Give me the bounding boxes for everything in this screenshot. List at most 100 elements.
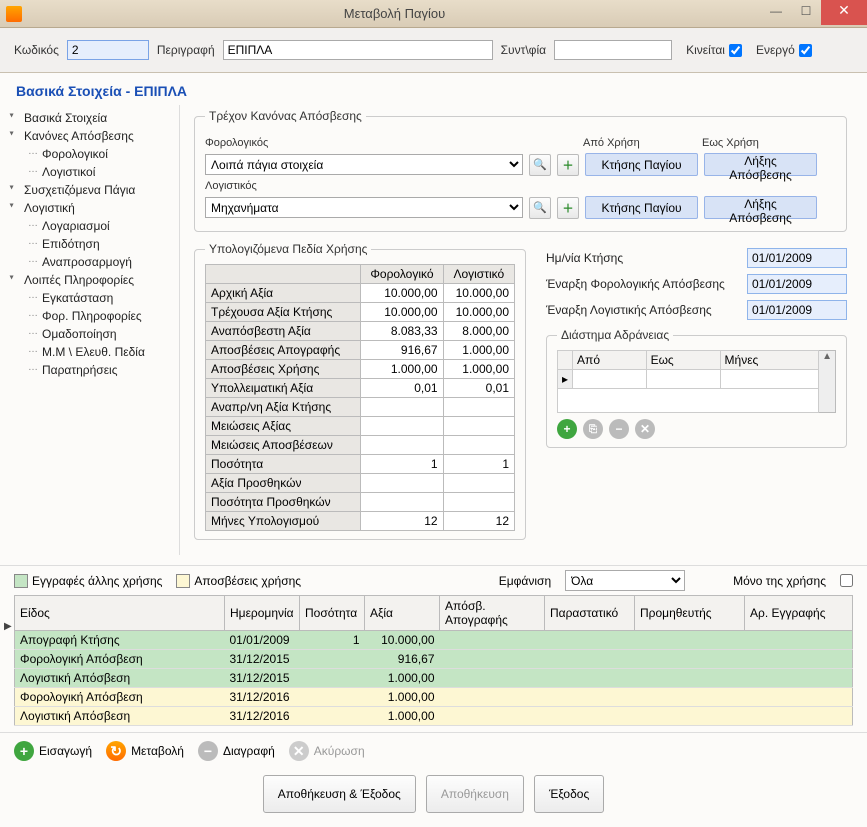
legend-other-label: Εγγραφές άλλης χρήσης: [32, 574, 162, 588]
modify-button[interactable]: ↻Μεταβολή: [106, 741, 184, 761]
app-icon: [6, 6, 22, 22]
calc-row-label: Μειώσεις Αποσβέσεων: [206, 436, 361, 455]
calc-row-acc: 0,01: [443, 379, 514, 398]
minimize-button[interactable]: —: [761, 0, 791, 22]
section-heading: Βασικά Στοιχεία - ΕΠΙΠΛΑ: [0, 73, 867, 105]
add-icon[interactable]: ＋: [557, 154, 579, 176]
nav-tree: Βασικά ΣτοιχείαΚανόνες ΑπόσβεσηςΦορολογι…: [0, 105, 180, 555]
tax-start-input[interactable]: [747, 274, 847, 294]
code-label: Κωδικός: [14, 43, 59, 57]
titlebar: Μεταβολή Παγίου — ☐ ✕: [0, 0, 867, 28]
tree-item[interactable]: Μ.Μ \ Ελευθ. Πεδία: [14, 343, 173, 361]
calc-row-tax: 0,01: [361, 379, 443, 398]
tree-item[interactable]: Λοιπές Πληροφορίες: [14, 271, 173, 289]
grid-h-type[interactable]: Είδος: [15, 596, 225, 631]
tree-item[interactable]: Βασικά Στοιχεία: [14, 109, 173, 127]
grid-h-qty[interactable]: Ποσότητα: [300, 596, 365, 631]
maximize-button[interactable]: ☐: [791, 0, 821, 22]
close-button[interactable]: ✕: [821, 0, 867, 25]
table-row[interactable]: Λογιστική Απόσβεση31/12/20151.000,00: [15, 669, 853, 688]
depreciation-end-button-2[interactable]: Λήξης Απόσβεσης: [704, 196, 817, 219]
insert-button[interactable]: +Εισαγωγή: [14, 741, 92, 761]
grid-h-record[interactable]: Αρ. Εγγραφής: [745, 596, 853, 631]
scrollbar[interactable]: ▲: [819, 350, 836, 413]
moves-label: Κινείται: [686, 43, 725, 57]
tree-item[interactable]: Φορ. Πληροφορίες: [14, 307, 173, 325]
tree-item[interactable]: Παρατηρήσεις: [14, 361, 173, 379]
moves-checkbox[interactable]: [729, 44, 742, 57]
show-select[interactable]: Όλα: [565, 570, 685, 591]
calc-row-tax: [361, 436, 443, 455]
tax-start-label: Έναρξη Φορολογικής Απόσβεσης: [546, 277, 747, 291]
delete-icon[interactable]: ✕: [635, 419, 655, 439]
tree-item[interactable]: Αναπροσαρμογή: [14, 253, 173, 271]
copy-icon[interactable]: ⎘: [583, 419, 603, 439]
grid-h-value[interactable]: Αξία: [365, 596, 440, 631]
calc-row-tax: 10.000,00: [361, 284, 443, 303]
calc-row-acc: 1.000,00: [443, 360, 514, 379]
acc-start-input[interactable]: [747, 300, 847, 320]
only-year-checkbox[interactable]: [840, 574, 853, 587]
calc-row-tax: 1.000,00: [361, 360, 443, 379]
save-and-exit-button[interactable]: Αποθήκευση & Έξοδος: [263, 775, 416, 813]
calc-row-label: Αποσβέσεις Απογραφής: [206, 341, 361, 360]
code-input[interactable]: [67, 40, 149, 60]
acquisition-start-button-2[interactable]: Κτήσης Παγίου: [585, 196, 698, 219]
subsidy-label: Συντ\φία: [501, 43, 546, 57]
calc-row-label: Υπολλειματική Αξία: [206, 379, 361, 398]
description-input[interactable]: [223, 40, 493, 60]
grid-h-inv[interactable]: Απόσβ. Απογραφής: [440, 596, 545, 631]
entries-grid[interactable]: Είδος Ημερομηνία Ποσότητα Αξία Απόσβ. Απ…: [14, 595, 853, 726]
calc-row-label: Αρχική Αξία: [206, 284, 361, 303]
description-label: Περιγραφή: [157, 43, 215, 57]
tree-item[interactable]: Λογιστική: [14, 199, 173, 217]
cancel-button[interactable]: ✕Ακύρωση: [289, 741, 365, 761]
active-checkbox[interactable]: [799, 44, 812, 57]
tree-item[interactable]: Κανόνες Απόσβεσης: [14, 127, 173, 145]
add-icon[interactable]: +: [557, 419, 577, 439]
acc-start-label: Έναρξη Λογιστικής Απόσβεσης: [546, 303, 747, 317]
tree-item[interactable]: Εγκατάσταση: [14, 289, 173, 307]
calc-row-label: Μειώσεις Αξίας: [206, 417, 361, 436]
search-icon[interactable]: 🔍: [529, 197, 551, 219]
calc-row-label: Ποσότητα: [206, 455, 361, 474]
acc-rule-select[interactable]: Μηχανήματα: [205, 197, 523, 218]
acquisition-start-button[interactable]: Κτήσης Παγίου: [585, 153, 698, 176]
calc-row-label: Αναπόσβεστη Αξία: [206, 322, 361, 341]
calc-col-tax: Φορολογικό: [361, 265, 443, 284]
acc-rule-label: Λογιστικός: [205, 180, 257, 192]
tree-item[interactable]: Λογιστικοί: [14, 163, 173, 181]
calc-row-label: Αποσβέσεις Χρήσης: [206, 360, 361, 379]
tree-item[interactable]: Λογαριασμοί: [14, 217, 173, 235]
legend-swatch-yellow: [176, 574, 190, 588]
tree-item[interactable]: Φορολογικοί: [14, 145, 173, 163]
grid-h-date[interactable]: Ημερομηνία: [225, 596, 300, 631]
table-row[interactable]: Φορολογική Απόσβεση31/12/20161.000,00: [15, 688, 853, 707]
remove-icon[interactable]: −: [609, 419, 629, 439]
delete-button[interactable]: −Διαγραφή: [198, 741, 275, 761]
tax-rule-select[interactable]: Λοιπά πάγια στοιχεία: [205, 154, 523, 175]
subsidy-input[interactable]: [554, 40, 672, 60]
depreciation-end-button[interactable]: Λήξης Απόσβεσης: [704, 153, 817, 176]
table-row[interactable]: Φορολογική Απόσβεση31/12/2015916,67: [15, 650, 853, 669]
to-use-label: Εως Χρήση: [702, 137, 759, 149]
legend-swatch-green: [14, 574, 28, 588]
tree-item[interactable]: Συσχετιζόμενα Πάγια: [14, 181, 173, 199]
table-row[interactable]: Απογραφή Κτήσης01/01/2009110.000,00: [15, 631, 853, 650]
calc-row-tax: [361, 398, 443, 417]
acq-date-input[interactable]: [747, 248, 847, 268]
legend-row: Εγγραφές άλλης χρήσης Αποσβέσεις χρήσης …: [0, 565, 867, 595]
grid-h-supplier[interactable]: Προμηθευτής: [635, 596, 745, 631]
save-button[interactable]: Αποθήκευση: [426, 775, 524, 813]
table-row[interactable]: Λογιστική Απόσβεση31/12/20161.000,00: [15, 707, 853, 726]
tree-item[interactable]: Επιδότηση: [14, 235, 173, 253]
search-icon[interactable]: 🔍: [529, 154, 551, 176]
exit-button[interactable]: Έξοδος: [534, 775, 604, 813]
idle-table[interactable]: ΑπόΕωςΜήνες ▸: [557, 350, 819, 413]
calc-row-tax: [361, 417, 443, 436]
grid-h-doc[interactable]: Παραστατικό: [545, 596, 635, 631]
tree-item[interactable]: Ομαδοποίηση: [14, 325, 173, 343]
row-toolbar: +Εισαγωγή ↻Μεταβολή −Διαγραφή ✕Ακύρωση: [0, 732, 867, 769]
calc-col-acc: Λογιστικό: [443, 265, 514, 284]
add-icon[interactable]: ＋: [557, 197, 579, 219]
